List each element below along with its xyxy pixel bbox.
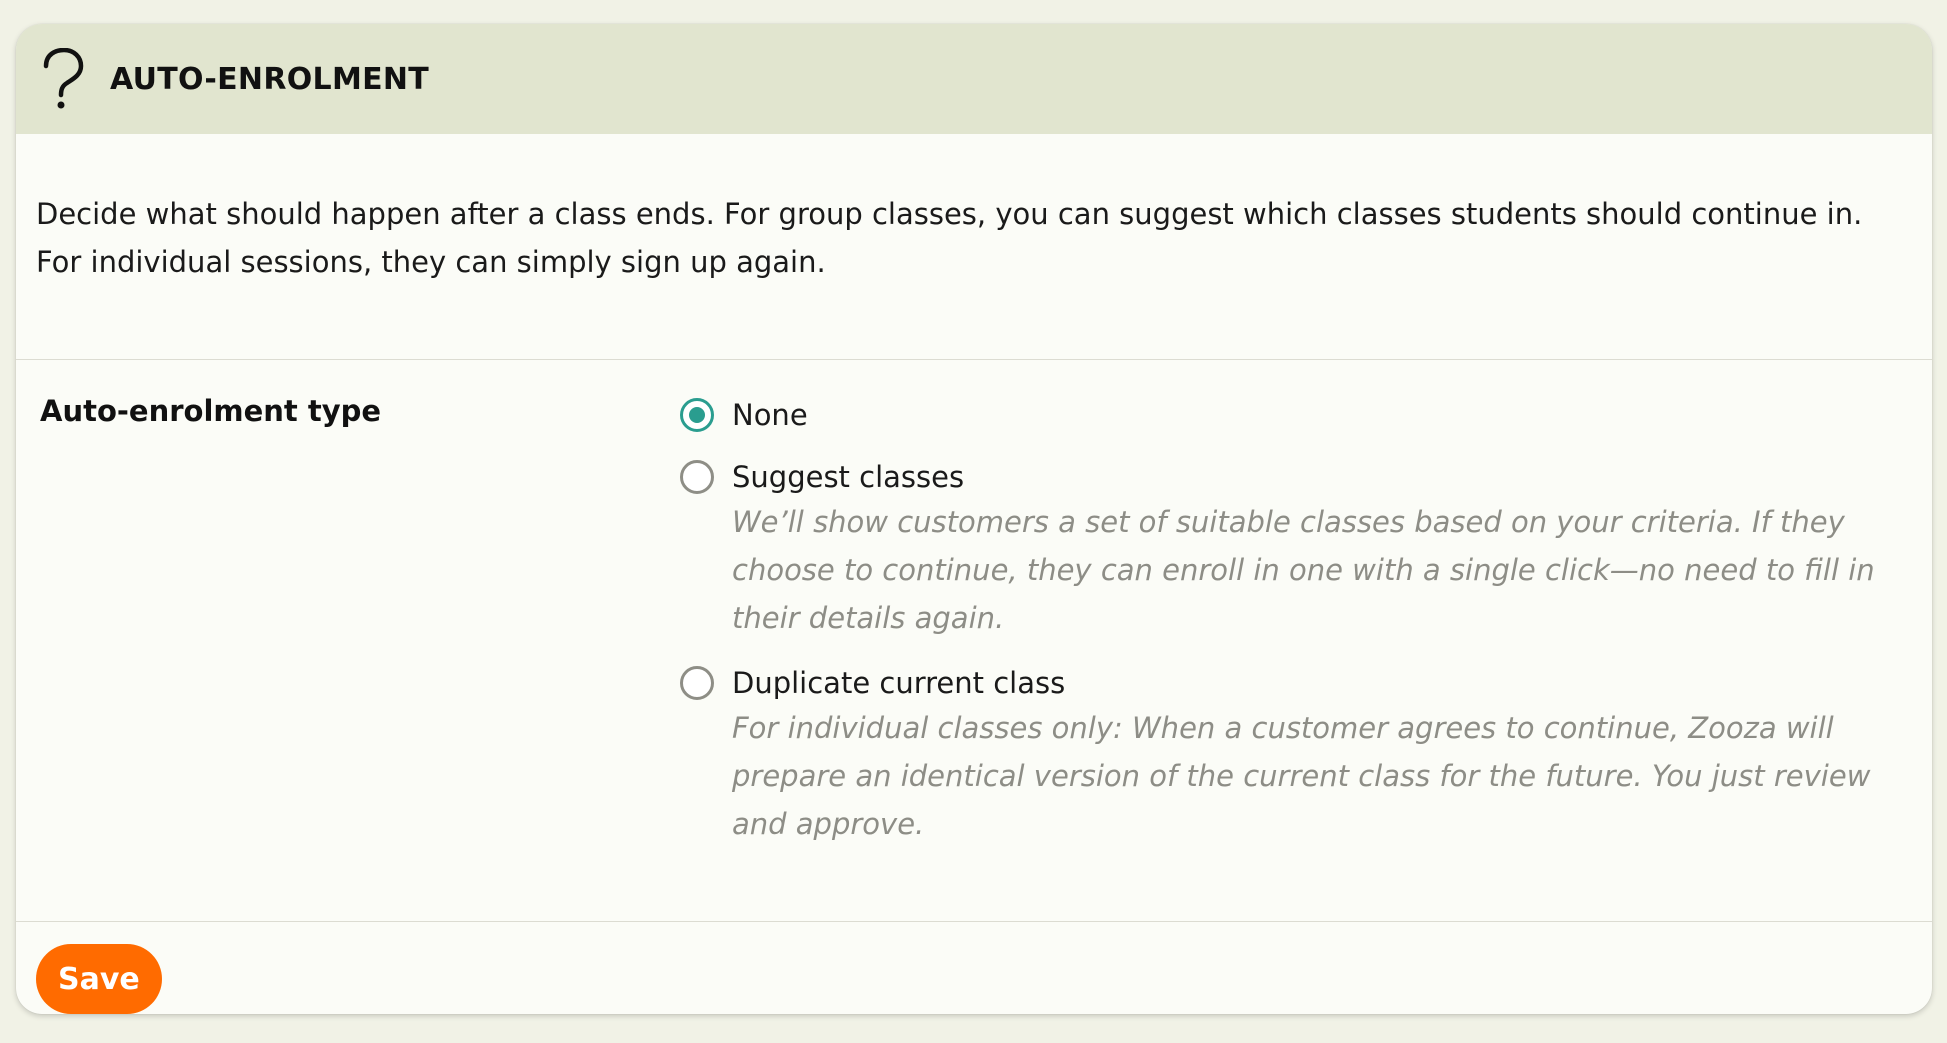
auto-enrolment-card: AUTO-ENROLMENT Decide what should happen…: [16, 24, 1932, 1014]
option-description: For individual classes only: When a cust…: [732, 711, 1871, 841]
radio-suggest-classes[interactable]: [680, 460, 714, 494]
radio-duplicate-current-class[interactable]: [680, 666, 714, 700]
option-none[interactable]: None: [680, 394, 1892, 436]
auto-enrolment-type-row: Auto-enrolment type None Suggest classes…: [16, 360, 1932, 922]
radio-group: None Suggest classes We’ll show customer…: [680, 394, 1892, 868]
card-footer: Save: [16, 922, 1932, 1014]
option-label[interactable]: Suggest classes: [732, 456, 1892, 498]
save-button[interactable]: Save: [36, 944, 162, 1014]
option-suggest-classes[interactable]: Suggest classes We’ll show customers a s…: [680, 456, 1892, 642]
option-duplicate-current-class[interactable]: Duplicate current class For individual c…: [680, 662, 1892, 848]
section-title: AUTO-ENROLMENT: [110, 61, 430, 97]
radio-none[interactable]: [680, 398, 714, 432]
field-label: Auto-enrolment type: [40, 394, 382, 428]
option-label[interactable]: None: [732, 394, 808, 436]
option-label[interactable]: Duplicate current class: [732, 662, 1892, 704]
option-description: We’ll show customers a set of suitable c…: [732, 505, 1875, 635]
intro-text: Decide what should happen after a class …: [16, 134, 1932, 360]
question-mark-icon: [34, 40, 92, 118]
card-header: AUTO-ENROLMENT: [16, 24, 1932, 134]
